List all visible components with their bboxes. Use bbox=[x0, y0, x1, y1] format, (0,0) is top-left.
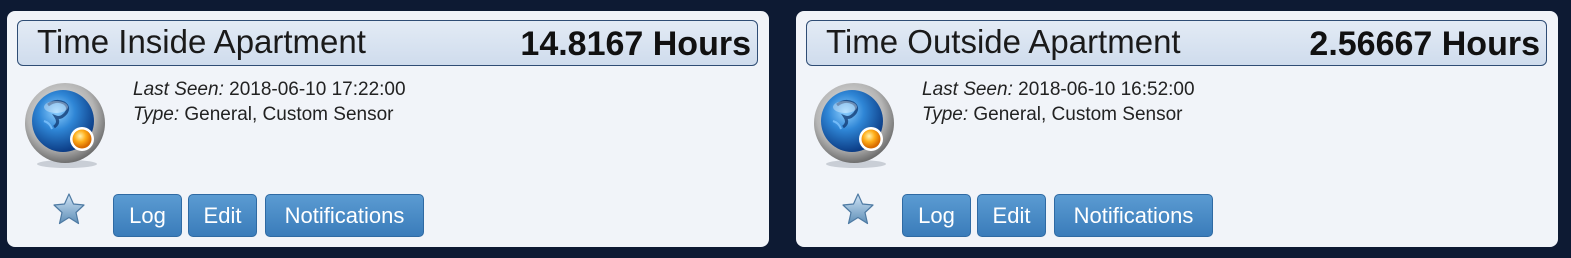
notifications-button[interactable]: Notifications bbox=[265, 194, 424, 237]
star-icon[interactable] bbox=[841, 192, 875, 226]
last-seen-label: Last Seen: bbox=[922, 79, 1013, 100]
custom-sensor-icon[interactable] bbox=[811, 79, 897, 171]
custom-sensor-icon[interactable] bbox=[22, 79, 108, 171]
device-value: 2.56667 Hours bbox=[1309, 25, 1540, 63]
edit-button[interactable]: Edit bbox=[188, 194, 257, 237]
type-label: Type: bbox=[133, 104, 180, 125]
device-info: Last Seen: 2018-06-10 16:52:00 Type: Gen… bbox=[922, 77, 1195, 127]
device-card: Time Outside Apartment 2.56667 Hours Las… bbox=[796, 11, 1558, 247]
notifications-button[interactable]: Notifications bbox=[1054, 194, 1213, 237]
last-seen-row: Last Seen: 2018-06-10 17:22:00 bbox=[133, 77, 406, 102]
edit-button[interactable]: Edit bbox=[977, 194, 1046, 237]
device-name: Time Inside Apartment bbox=[37, 23, 366, 60]
type-row: Type: General, Custom Sensor bbox=[922, 102, 1195, 127]
type-row: Type: General, Custom Sensor bbox=[133, 102, 406, 127]
log-button[interactable]: Log bbox=[113, 194, 182, 237]
last-seen-row: Last Seen: 2018-06-10 16:52:00 bbox=[922, 77, 1195, 102]
type-value: General, Custom Sensor bbox=[184, 104, 394, 125]
device-card: Time Inside Apartment 14.8167 Hours Last… bbox=[7, 11, 769, 247]
type-label: Type: bbox=[922, 104, 969, 125]
device-info: Last Seen: 2018-06-10 17:22:00 Type: Gen… bbox=[133, 77, 406, 127]
device-header: Time Inside Apartment 14.8167 Hours bbox=[17, 20, 758, 66]
last-seen-label: Last Seen: bbox=[133, 79, 224, 100]
device-value: 14.8167 Hours bbox=[520, 25, 751, 63]
log-button[interactable]: Log bbox=[902, 194, 971, 237]
device-name: Time Outside Apartment bbox=[826, 23, 1181, 60]
type-value: General, Custom Sensor bbox=[973, 104, 1183, 125]
star-icon[interactable] bbox=[52, 192, 86, 226]
device-header: Time Outside Apartment 2.56667 Hours bbox=[806, 20, 1547, 66]
last-seen-value: 2018-06-10 17:22:00 bbox=[229, 79, 406, 100]
last-seen-value: 2018-06-10 16:52:00 bbox=[1018, 79, 1195, 100]
